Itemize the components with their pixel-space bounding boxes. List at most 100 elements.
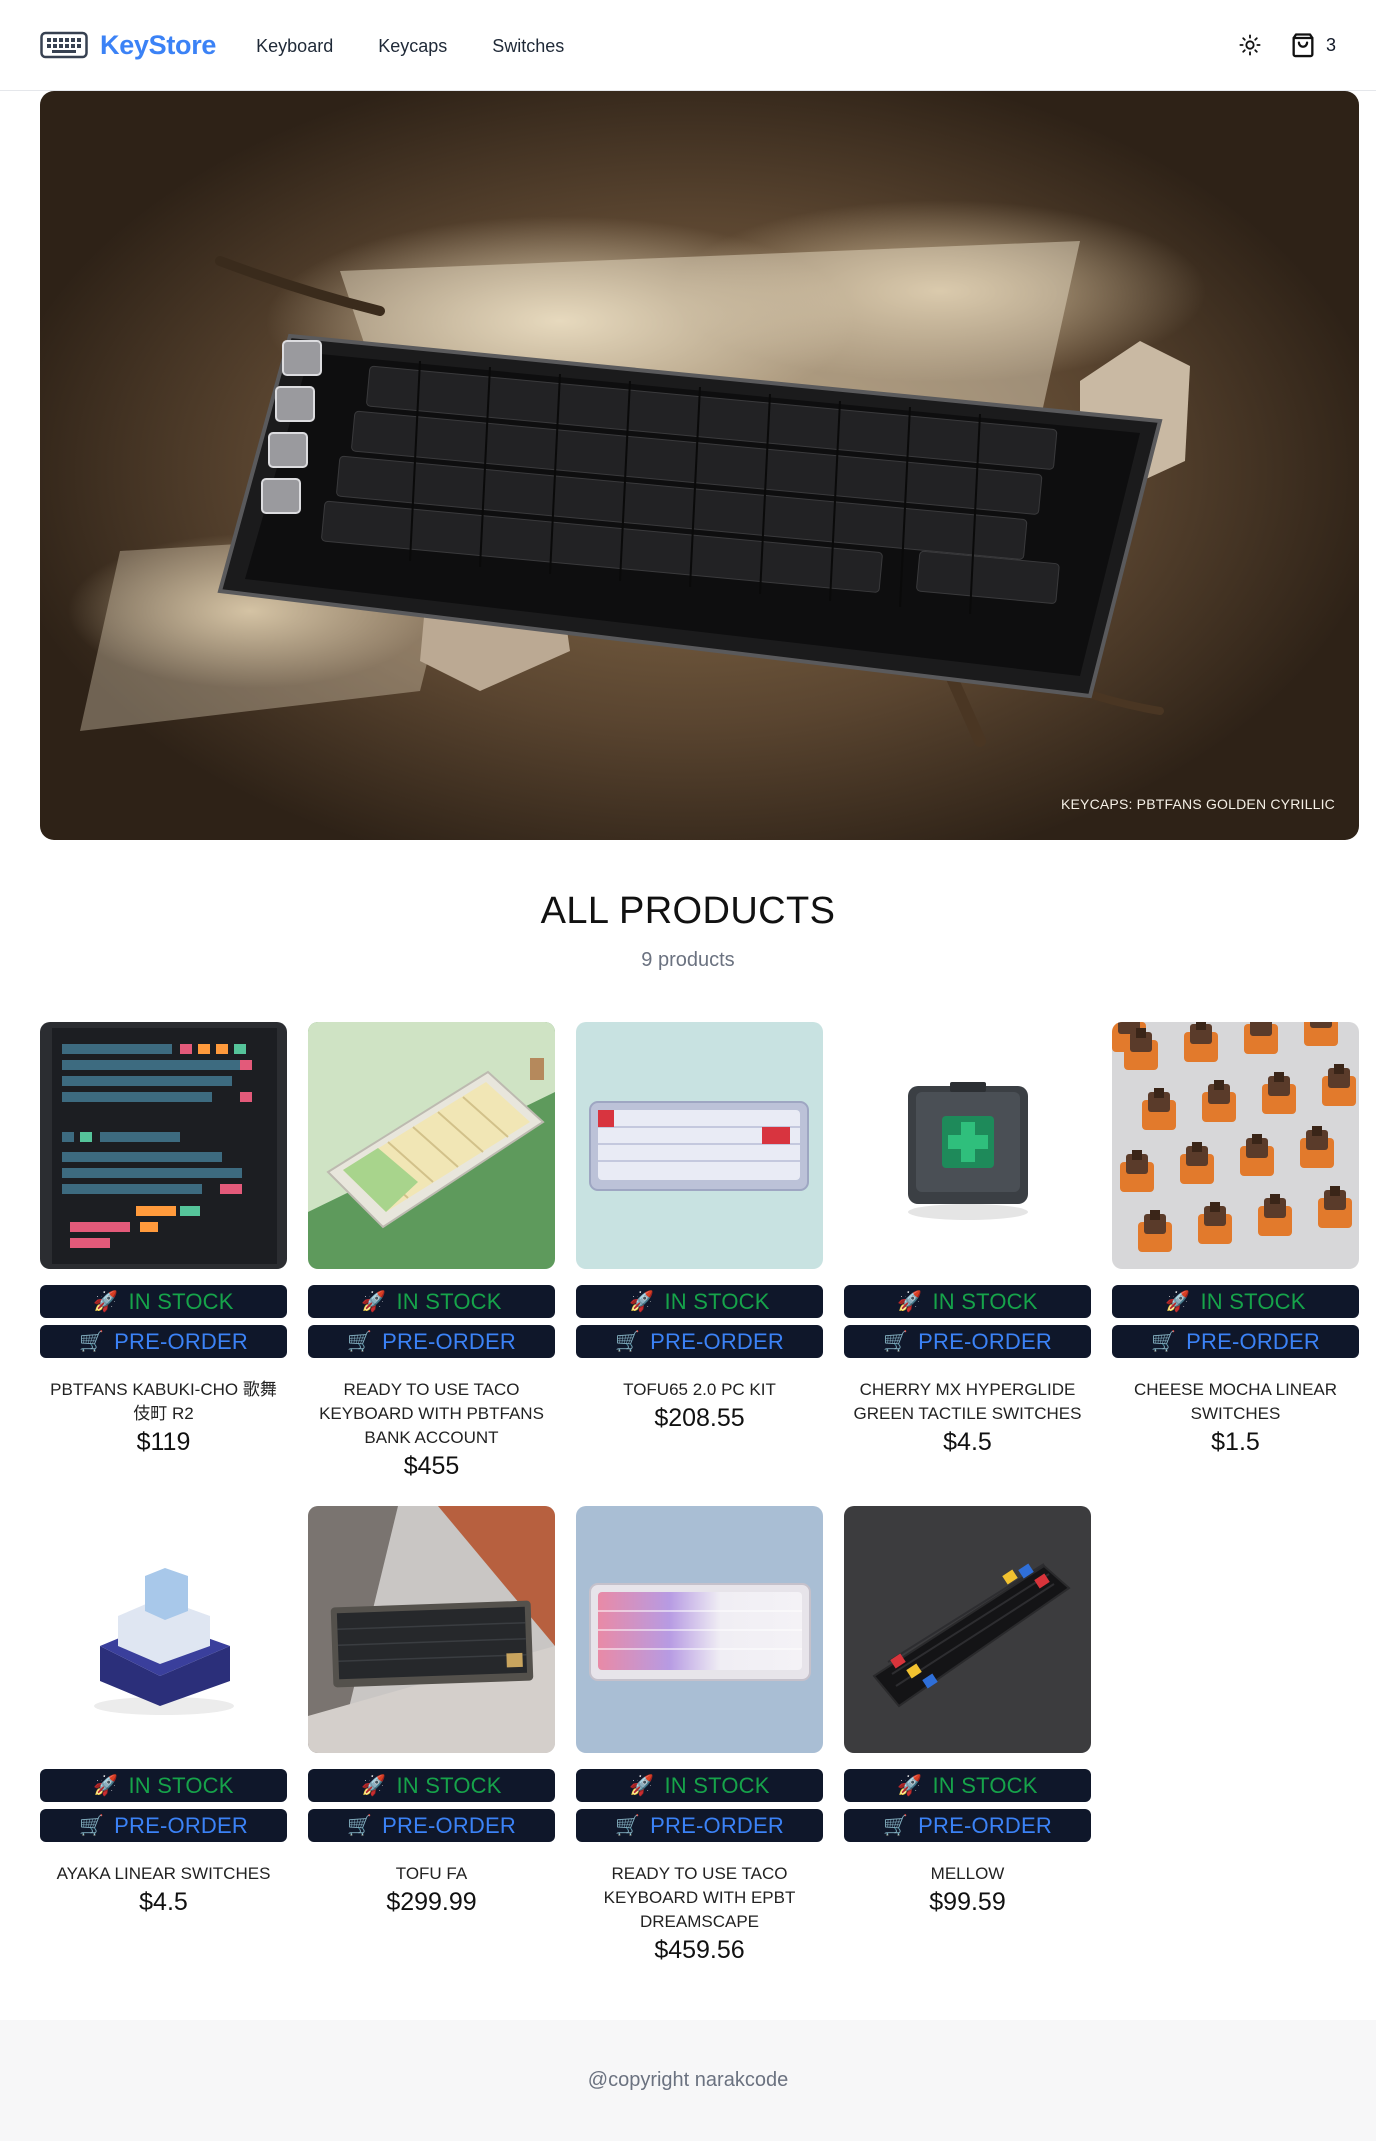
product-card[interactable]: 🚀 IN STOCK 🛒 PRE-ORDER READY TO USE TACO… — [576, 1506, 823, 1965]
cart-icon: 🛒 — [347, 1330, 373, 1353]
product-card[interactable]: 🚀 IN STOCK 🛒 PRE-ORDER TOFU65 2.0 PC KIT… — [576, 1022, 823, 1481]
pre-order-button[interactable]: 🛒 PRE-ORDER — [1112, 1325, 1359, 1358]
product-image[interactable] — [576, 1506, 823, 1753]
pre-order-label: PRE-ORDER — [114, 1812, 248, 1838]
in-stock-badge: 🚀 IN STOCK — [576, 1285, 823, 1318]
hero-banner: KEYCAPS: PBTFANS GOLDEN CYRILLIC — [40, 91, 1359, 840]
cart-icon: 🛒 — [883, 1814, 909, 1837]
product-price: $119 — [136, 1428, 191, 1456]
rocket-icon: 🚀 — [361, 1774, 387, 1797]
theme-toggle-button[interactable] — [1237, 32, 1263, 58]
in-stock-label: IN STOCK — [932, 1772, 1038, 1798]
rocket-icon: 🚀 — [1165, 1290, 1191, 1313]
products-count: 9 products — [641, 949, 735, 971]
product-image[interactable] — [844, 1506, 1091, 1753]
black-keyboard-image — [844, 1506, 1091, 1753]
pre-order-button[interactable]: 🛒 PRE-ORDER — [576, 1809, 823, 1842]
in-stock-badge: 🚀 IN STOCK — [576, 1769, 823, 1802]
product-name[interactable]: AYAKA LINEAR SWITCHES — [40, 1862, 287, 1886]
product-price: $99.59 — [929, 1888, 1006, 1916]
pre-order-label: PRE-ORDER — [918, 1812, 1052, 1838]
in-stock-badge: 🚀 IN STOCK — [308, 1769, 555, 1802]
pre-order-label: PRE-ORDER — [382, 1812, 516, 1838]
product-name[interactable]: TOFU65 2.0 PC KIT — [576, 1378, 823, 1402]
rocket-icon: 🚀 — [93, 1290, 119, 1313]
nav-keycaps[interactable]: Keycaps — [378, 36, 447, 57]
brand-logo-link[interactable]: KeyStore — [40, 30, 216, 61]
hero-keyboard-image — [80, 241, 1190, 747]
product-name[interactable]: CHERRY MX HYPERGLIDE GREEN TACTILE SWITC… — [844, 1378, 1091, 1426]
pre-order-button[interactable]: 🛒 PRE-ORDER — [40, 1809, 287, 1842]
in-stock-badge: 🚀 IN STOCK — [844, 1285, 1091, 1318]
green-switch-image — [844, 1022, 1091, 1269]
product-card[interactable]: 🚀 IN STOCK 🛒 PRE-ORDER READY TO USE TACO… — [308, 1022, 555, 1481]
shopping-bag-icon — [1292, 33, 1314, 58]
product-name[interactable]: MELLOW — [844, 1862, 1091, 1886]
product-card[interactable]: 🚀 IN STOCK 🛒 PRE-ORDER CHEESE MOCHA LINE… — [1112, 1022, 1359, 1481]
in-stock-label: IN STOCK — [1200, 1288, 1306, 1314]
products-title: ALL PRODUCTS — [540, 890, 836, 932]
cart-icon: 🛒 — [347, 1814, 373, 1837]
product-image[interactable] — [308, 1022, 555, 1269]
product-card[interactable]: 🚀 IN STOCK 🛒 PRE-ORDER PBTFANS KABUKI-CH… — [40, 1022, 287, 1481]
in-stock-badge: 🚀 IN STOCK — [40, 1769, 287, 1802]
product-card[interactable]: 🚀 IN STOCK 🛒 PRE-ORDER CHERRY MX HYPERGL… — [844, 1022, 1091, 1481]
cart-button[interactable]: 3 — [1289, 31, 1336, 59]
pre-order-button[interactable]: 🛒 PRE-ORDER — [576, 1325, 823, 1358]
in-stock-badge: 🚀 IN STOCK — [1112, 1285, 1359, 1318]
product-image[interactable] — [844, 1022, 1091, 1269]
product-image[interactable] — [576, 1022, 823, 1269]
product-name[interactable]: CHEESE MOCHA LINEAR SWITCHES — [1112, 1378, 1359, 1426]
cart-icon: 🛒 — [1151, 1330, 1177, 1353]
cart-icon: 🛒 — [615, 1814, 641, 1837]
pre-order-label: PRE-ORDER — [1186, 1328, 1320, 1354]
copyright-text: @copyright narakcode — [587, 2069, 789, 2091]
sun-icon — [1239, 34, 1261, 56]
product-card[interactable]: 🚀 IN STOCK 🛒 PRE-ORDER MELLOW $99.59 — [844, 1506, 1091, 1965]
product-price: $455 — [403, 1452, 460, 1480]
rocket-icon: 🚀 — [897, 1774, 923, 1797]
blue-switch-image — [40, 1506, 287, 1753]
product-name[interactable]: READY TO USE TACO KEYBOARD WITH EPBT DRE… — [576, 1862, 823, 1934]
product-card[interactable]: 🚀 IN STOCK 🛒 PRE-ORDER TOFU FA $299.99 — [308, 1506, 555, 1965]
pre-order-label: PRE-ORDER — [650, 1812, 784, 1838]
product-image[interactable] — [308, 1506, 555, 1753]
product-price: $459.56 — [654, 1936, 745, 1964]
pre-order-button[interactable]: 🛒 PRE-ORDER — [844, 1809, 1091, 1842]
pastel-keyboard-image — [576, 1506, 823, 1753]
keycap-kit-image — [40, 1022, 287, 1269]
in-stock-badge: 🚀 IN STOCK — [40, 1285, 287, 1318]
product-name[interactable]: PBTFANS KABUKI-CHO 歌舞伎町 R2 — [40, 1378, 287, 1426]
product-name[interactable]: TOFU FA — [308, 1862, 555, 1886]
pre-order-button[interactable]: 🛒 PRE-ORDER — [308, 1325, 555, 1358]
nav-switches[interactable]: Switches — [492, 36, 564, 57]
product-grid: 🚀 IN STOCK 🛒 PRE-ORDER PBTFANS KABUKI-CH… — [40, 1022, 1359, 1965]
product-price: $299.99 — [386, 1888, 477, 1916]
dark-keyboard-image — [308, 1506, 555, 1753]
nav-keyboard[interactable]: Keyboard — [256, 36, 333, 57]
product-price: $4.5 — [139, 1888, 188, 1916]
keyboard-logo-icon — [40, 31, 88, 59]
site-header: KeyStore Keyboard Keycaps Switches 3 — [0, 0, 1376, 91]
product-image[interactable] — [1112, 1022, 1359, 1269]
in-stock-label: IN STOCK — [664, 1772, 770, 1798]
in-stock-label: IN STOCK — [932, 1288, 1038, 1314]
cart-icon: 🛒 — [79, 1814, 105, 1837]
white-keyboard-image — [576, 1022, 823, 1269]
pre-order-button[interactable]: 🛒 PRE-ORDER — [844, 1325, 1091, 1358]
rocket-icon: 🚀 — [93, 1774, 119, 1797]
hero-caption: KEYCAPS: PBTFANS GOLDEN CYRILLIC — [1060, 796, 1335, 812]
cart-icon: 🛒 — [615, 1330, 641, 1353]
pre-order-label: PRE-ORDER — [918, 1328, 1052, 1354]
product-image[interactable] — [40, 1022, 287, 1269]
product-name[interactable]: READY TO USE TACO KEYBOARD WITH PBTFANS … — [308, 1378, 555, 1450]
product-card[interactable]: 🚀 IN STOCK 🛒 PRE-ORDER AYAKA LINEAR SWIT… — [40, 1506, 287, 1965]
cart-icon: 🛒 — [79, 1330, 105, 1353]
pre-order-button[interactable]: 🛒 PRE-ORDER — [40, 1325, 287, 1358]
orange-switches-image — [1112, 1022, 1359, 1269]
rocket-icon: 🚀 — [629, 1774, 655, 1797]
product-image[interactable] — [40, 1506, 287, 1753]
product-price: $4.5 — [943, 1428, 992, 1456]
in-stock-label: IN STOCK — [396, 1288, 502, 1314]
pre-order-button[interactable]: 🛒 PRE-ORDER — [308, 1809, 555, 1842]
